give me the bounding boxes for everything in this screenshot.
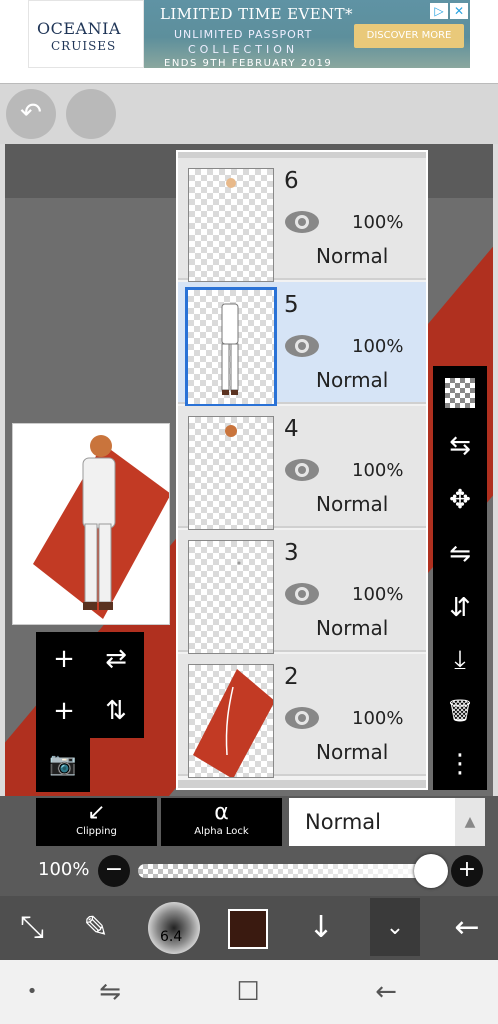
more-options-icon[interactable]: ⋮	[433, 738, 487, 790]
download-arrow-icon[interactable]: ↓	[296, 896, 346, 960]
blend-mode-select[interactable]: Normal	[289, 798, 455, 846]
undo-button[interactable]: ↶	[6, 89, 56, 139]
flip-horizontal-icon[interactable]: ⇄	[91, 634, 141, 684]
layer-tools-popup-extra: 📷	[36, 738, 90, 792]
opacity-decrease-button[interactable]: −	[98, 855, 130, 887]
layer-thumbnail[interactable]	[185, 287, 277, 407]
layer-opacity: 100%	[352, 460, 404, 481]
layer-number: 6	[284, 168, 299, 194]
layers-panel-toggle-icon[interactable]: ⌄	[370, 898, 420, 956]
visibility-eye-icon[interactable]	[284, 704, 320, 732]
move-icon[interactable]: ✥	[433, 474, 487, 526]
layer-tools-popup: + ⇄ + ⇅	[36, 632, 144, 738]
color-swatch[interactable]	[228, 909, 268, 949]
flip-icon[interactable]: ⇋	[433, 528, 487, 580]
layer-thumbnail[interactable]	[188, 168, 274, 282]
swap-layer-icon[interactable]: ⇆	[433, 420, 487, 472]
add-layer-icon[interactable]: +	[39, 634, 89, 684]
layer-row-5[interactable]: 5 100% Normal	[178, 282, 426, 407]
layer-thumbnail[interactable]	[188, 664, 274, 778]
opacity-slider[interactable]	[138, 864, 438, 878]
system-back-icon[interactable]: ←	[366, 960, 406, 1024]
alpha-lock-button[interactable]: α Alpha Lock	[161, 798, 282, 846]
ad-headline: LIMITED TIME EVENT*	[160, 5, 353, 23]
checker-icon	[445, 378, 475, 408]
layer-blend-mode: Normal	[316, 244, 389, 268]
canvas-preview[interactable]	[12, 423, 170, 625]
layer-number: 3	[284, 540, 299, 566]
clipping-icon: ↙	[87, 800, 106, 825]
layer-opacity: 100%	[352, 212, 404, 233]
add-image-layer-icon[interactable]: +	[39, 686, 89, 736]
visibility-eye-icon[interactable]	[284, 332, 320, 360]
ad-discover-more-button[interactable]: DISCOVER MORE	[354, 24, 464, 48]
layer-opacity: 100%	[352, 708, 404, 729]
blend-mode-arrow-icon[interactable]: ▲	[455, 798, 485, 846]
layer-list-bottom-edge	[178, 780, 426, 788]
ad-line-3: COLLECTION	[188, 43, 299, 56]
brush-tool-icon[interactable]: ✎	[72, 896, 120, 960]
nav-dot-icon[interactable]: •	[14, 960, 50, 1024]
layer-blend-mode: Normal	[316, 740, 389, 764]
layer-blend-mode: Normal	[316, 368, 389, 392]
opacity-value: 100%	[38, 859, 90, 880]
layer-opacity: 100%	[352, 584, 404, 605]
recents-icon[interactable]: ⇋	[90, 960, 130, 1024]
ad-creative[interactable]: LIMITED TIME EVENT* UNLIMITED PASSPORT C…	[144, 0, 470, 68]
alpha-lock-label: Alpha Lock	[194, 826, 249, 837]
camera-icon[interactable]: 📷	[38, 740, 88, 790]
ad-line-4: ENDS 9TH FEBRUARY 2019	[164, 58, 333, 68]
visibility-eye-icon[interactable]	[284, 580, 320, 608]
opacity-increase-button[interactable]: +	[451, 855, 483, 887]
ad-line-2: UNLIMITED PASSPORT	[174, 28, 313, 41]
visibility-eye-icon[interactable]	[284, 208, 320, 236]
clipping-label: Clipping	[76, 826, 117, 837]
opacity-slider-fill	[138, 864, 438, 878]
transparency-layer-button[interactable]	[433, 366, 487, 418]
layer-row-2[interactable]: 2 100% Normal	[178, 654, 426, 778]
flip-vertical-icon[interactable]: ⇅	[91, 686, 141, 736]
layer-opacity: 100%	[352, 336, 404, 357]
transform-tool-icon[interactable]: ⤡	[8, 896, 56, 960]
ad-brand-logo[interactable]: OCEANIA CRUISES	[28, 0, 144, 68]
layer-number: 2	[284, 664, 299, 690]
brush-size-value: 6.4	[160, 929, 183, 945]
layer-blend-mode: Normal	[316, 492, 389, 516]
layer-number: 4	[284, 416, 299, 442]
ad-banner[interactable]: OCEANIA CRUISES LIMITED TIME EVENT* UNLI…	[0, 0, 498, 84]
layer-number: 5	[284, 292, 299, 318]
redo-button[interactable]	[66, 89, 116, 139]
layer-row-6[interactable]: 6 100% Normal	[178, 158, 426, 282]
preview-artwork	[33, 435, 169, 619]
flip-vertical-layer-icon[interactable]: ⇵	[433, 582, 487, 634]
layer-blend-mode: Normal	[316, 616, 389, 640]
layer-thumbnail[interactable]	[188, 540, 274, 654]
ad-brand-line2: CRUISES	[51, 39, 117, 53]
ad-brand-line1: OCEANIA	[37, 19, 121, 38]
ad-close-icon[interactable]: ✕	[450, 3, 468, 19]
back-arrow-icon[interactable]: ←	[440, 896, 494, 960]
right-toolbar: ⇆ ✥ ⇋ ⇵ ⤓ 🗑 ⋮	[433, 366, 487, 790]
opacity-slider-knob[interactable]	[414, 854, 448, 888]
brush-size-button[interactable]	[148, 902, 200, 954]
alpha-lock-icon: α	[214, 800, 229, 825]
visibility-eye-icon[interactable]	[284, 456, 320, 484]
ad-info-icon[interactable]: ▷	[430, 3, 448, 19]
layer-row-3[interactable]: 3 100% Normal	[178, 530, 426, 654]
clipping-button[interactable]: ↙ Clipping	[36, 798, 157, 846]
layer-row-4[interactable]: 4 100% Normal	[178, 406, 426, 530]
merge-down-icon[interactable]: ⤓	[433, 634, 487, 686]
home-icon[interactable]: ☐	[228, 960, 268, 1024]
delete-layer-icon[interactable]: 🗑	[433, 686, 487, 738]
layer-list[interactable]: 6 100% Normal 5 100% Normal 4 100% Normal 3 100% No…	[176, 150, 428, 790]
layer-thumbnail[interactable]	[188, 416, 274, 530]
